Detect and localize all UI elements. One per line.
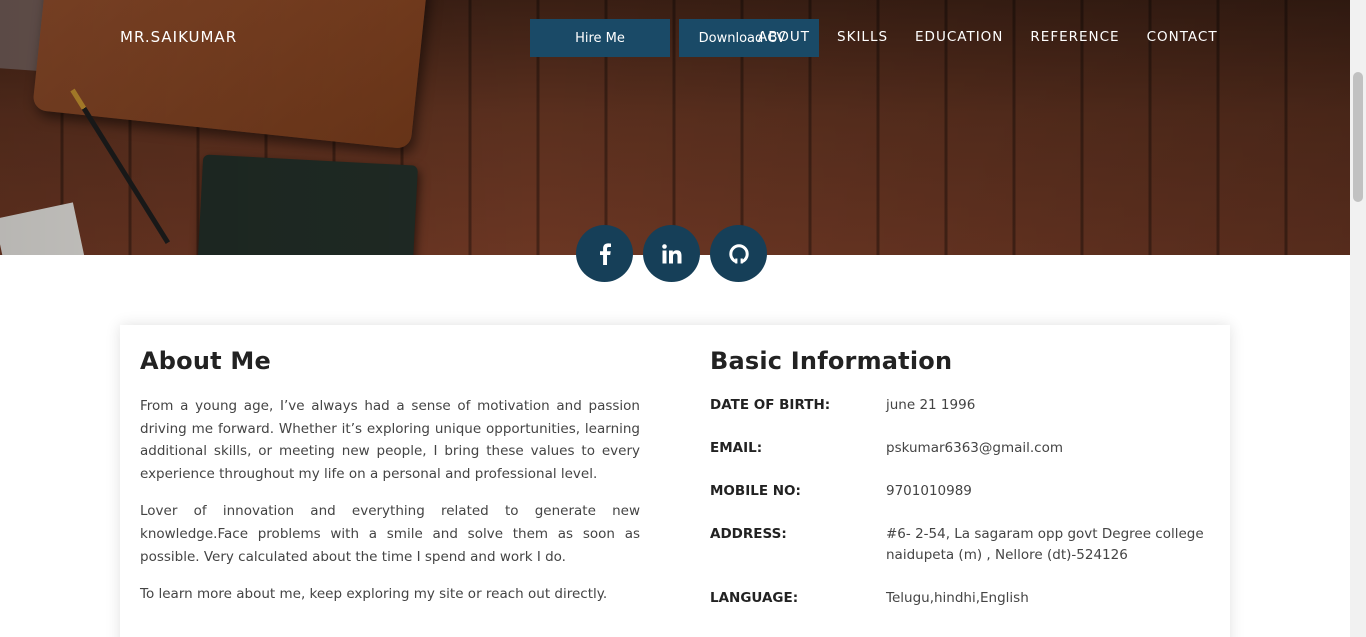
info-label: DATE OF BIRTH:: [710, 397, 831, 413]
nav-item-reference[interactable]: REFERENCE: [1030, 29, 1119, 45]
notepad-image: [0, 202, 86, 255]
page-scrollbar[interactable]: [1350, 0, 1366, 637]
info-row-dob: DATE OF BIRTH: june 21 1996: [710, 395, 1220, 416]
scrollbar-thumb[interactable]: [1353, 72, 1363, 202]
about-paragraph: From a young age, I’ve always had a sens…: [140, 398, 640, 482]
nav-item-about[interactable]: ABOUT: [758, 29, 810, 45]
info-value: pskumar6363@gmail.com: [886, 440, 1064, 456]
info-value: #6- 2-54, La sagaram opp govt Degree col…: [886, 526, 1204, 563]
linkedin-link[interactable]: [643, 225, 700, 282]
about-paragraph: To learn more about me, keep exploring m…: [140, 586, 608, 603]
social-links: [576, 225, 767, 282]
info-value: june 21 1996: [886, 397, 976, 413]
basic-info-section: Basic Information DATE OF BIRTH: june 21…: [710, 347, 1220, 631]
info-row-email: EMAIL: pskumar6363@gmail.com: [710, 438, 1220, 459]
pen-image: [70, 88, 171, 244]
book-image: [197, 154, 418, 255]
nav-item-education[interactable]: EDUCATION: [915, 29, 1003, 45]
info-label: EMAIL:: [710, 440, 763, 456]
info-row-mobile: MOBILE NO: 9701010989: [710, 481, 1220, 502]
info-value: Telugu,hindhi,English: [886, 590, 1029, 606]
nav-item-contact[interactable]: CONTACT: [1147, 29, 1218, 45]
about-paragraph: Lover of innovation and everything relat…: [140, 503, 640, 565]
facebook-link[interactable]: [576, 225, 633, 282]
info-row-language: LANGUAGE: Telugu,hindhi,English: [710, 588, 1220, 609]
github-icon: [728, 243, 749, 264]
profile-card: About Me From a young age, I’ve always h…: [120, 325, 1230, 637]
site-brand[interactable]: MR.SAIKUMAR: [120, 28, 237, 46]
info-value: 9701010989: [886, 483, 972, 499]
about-section: About Me From a young age, I’ve always h…: [140, 347, 640, 621]
info-row-address: ADDRESS: #6- 2-54, La sagaram opp govt D…: [710, 524, 1220, 566]
info-label: ADDRESS:: [710, 526, 787, 542]
linkedin-icon: [661, 243, 681, 263]
hire-me-button[interactable]: Hire Me: [530, 19, 670, 57]
about-title: About Me: [140, 347, 271, 375]
main-nav: ABOUT SKILLS EDUCATION REFERENCE CONTACT: [758, 29, 1245, 45]
github-link[interactable]: [710, 225, 767, 282]
info-label: MOBILE NO:: [710, 483, 801, 499]
nav-item-skills[interactable]: SKILLS: [837, 29, 888, 45]
wooden-board-image: [32, 0, 428, 150]
facebook-icon: [599, 242, 611, 265]
info-label: LANGUAGE:: [710, 590, 799, 606]
basic-info-title: Basic Information: [710, 347, 953, 375]
